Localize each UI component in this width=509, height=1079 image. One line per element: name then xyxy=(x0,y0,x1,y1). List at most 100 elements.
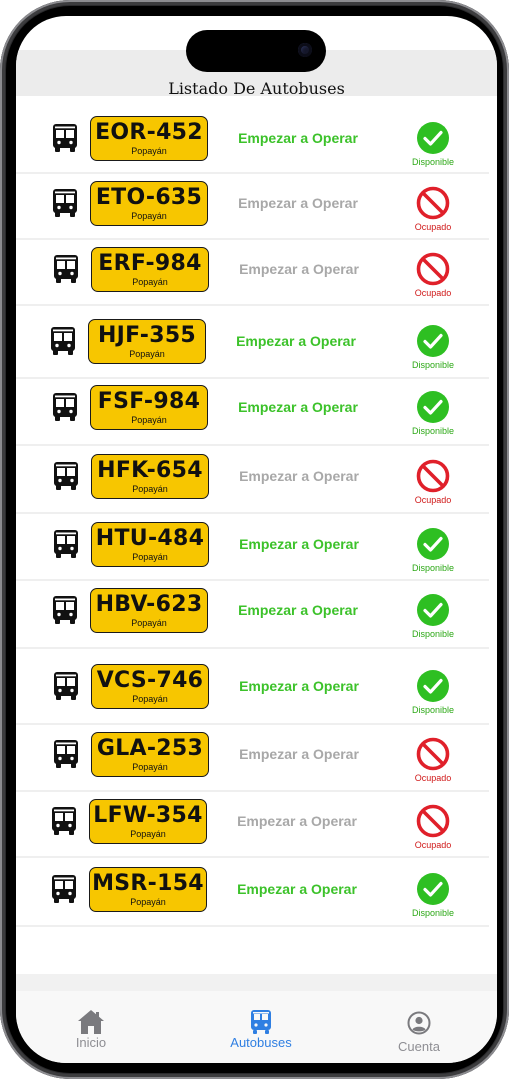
busy-block-icon xyxy=(416,459,450,493)
tab-inicio-label: Inicio xyxy=(75,1035,107,1050)
row-divider xyxy=(16,647,489,649)
start-operating-button[interactable]: Empezar a Operar xyxy=(224,746,374,762)
app-screen: Listado De Autobuses EOR-452 Popayán Empez… xyxy=(16,16,497,1063)
start-operating-button[interactable]: Empezar a Operar xyxy=(223,399,373,415)
tab-cuenta-label: Cuenta xyxy=(398,1039,440,1054)
tab-autobuses-label: Autobuses xyxy=(230,1035,292,1050)
status-label: Ocupado xyxy=(414,288,452,298)
row-divider xyxy=(16,377,489,379)
busy-block-icon xyxy=(416,804,450,838)
bus-icon xyxy=(53,739,79,769)
license-plate: HFK-654 Popayán xyxy=(91,454,209,499)
tab-bar: Inicio Autobuses Cuenta xyxy=(16,991,497,1063)
plate-city: Popayán xyxy=(129,349,165,359)
license-plate: FSF-984 Popayán xyxy=(90,385,208,430)
plate-city: Popayán xyxy=(131,211,167,221)
bus-icon xyxy=(53,254,79,284)
row-divider xyxy=(16,512,489,514)
bus-icon xyxy=(251,1010,271,1034)
row-divider xyxy=(16,579,489,581)
status-label: Ocupado xyxy=(414,222,452,232)
status-label: Disponible xyxy=(411,705,455,715)
bus-icon xyxy=(53,671,79,701)
available-check-icon xyxy=(416,669,450,703)
page-title: Listado De Autobuses xyxy=(168,79,345,98)
bus-icon xyxy=(53,461,79,491)
start-operating-button[interactable]: Empezar a Operar xyxy=(224,678,374,694)
available-check-icon xyxy=(416,593,450,627)
plate-city: Popayán xyxy=(132,762,168,772)
row-divider xyxy=(16,444,489,446)
available-check-icon xyxy=(416,527,450,561)
plate-number: LFW-354 xyxy=(93,803,203,828)
license-plate: HTU-484 Popayán xyxy=(91,522,209,567)
status-label: Ocupado xyxy=(414,840,452,850)
status-label: Disponible xyxy=(411,908,455,918)
bus-icon xyxy=(52,595,78,625)
license-plate: HBV-623 Popayán xyxy=(90,588,208,633)
tab-autobuses[interactable]: Autobuses xyxy=(201,1009,321,1050)
start-operating-button[interactable]: Empezar a Operar xyxy=(224,468,374,484)
license-plate: LFW-354 Popayán xyxy=(89,799,207,844)
status-label: Disponible xyxy=(411,157,455,167)
plate-city: Popayán xyxy=(132,552,168,562)
row-divider xyxy=(16,238,489,240)
busy-block-icon xyxy=(416,252,450,286)
dynamic-island xyxy=(186,30,326,72)
bus-icon xyxy=(50,326,76,356)
plate-city: Popayán xyxy=(131,146,167,156)
available-check-icon xyxy=(416,872,450,906)
start-operating-button[interactable]: Empezar a Operar xyxy=(224,536,374,552)
plate-number: HJF-355 xyxy=(97,323,197,348)
row-divider xyxy=(16,925,489,927)
plate-number: FSF-984 xyxy=(97,389,201,414)
status-label: Disponible xyxy=(411,426,455,436)
start-operating-button[interactable]: Empezar a Operar xyxy=(223,130,373,146)
status-label: Disponible xyxy=(411,629,455,639)
busy-block-icon xyxy=(416,186,450,220)
license-plate: EOR-452 Popayán xyxy=(90,116,208,161)
bus-icon xyxy=(52,392,78,422)
row-divider xyxy=(16,790,489,792)
tab-cuenta[interactable]: Cuenta xyxy=(359,1011,479,1054)
license-plate: HJF-355 Popayán xyxy=(88,319,206,364)
account-icon xyxy=(407,1011,431,1035)
status-label: Disponible xyxy=(411,563,455,573)
plate-number: EOR-452 xyxy=(95,120,203,145)
bus-icon xyxy=(53,529,79,559)
license-plate: VCS-746 Popayán xyxy=(91,664,209,709)
front-camera-icon xyxy=(298,43,312,57)
busy-block-icon xyxy=(416,737,450,771)
available-check-icon xyxy=(416,121,450,155)
start-operating-button[interactable]: Empezar a Operar xyxy=(221,333,371,349)
available-check-icon xyxy=(416,390,450,424)
status-label: Ocupado xyxy=(414,495,452,505)
tab-inicio[interactable]: Inicio xyxy=(31,1009,151,1050)
status-label: Disponible xyxy=(411,360,455,370)
row-divider xyxy=(16,172,489,174)
plate-number: HBV-623 xyxy=(95,592,203,617)
plate-city: Popayán xyxy=(132,484,168,494)
plate-number: GLA-253 xyxy=(96,736,204,761)
start-operating-button[interactable]: Empezar a Operar xyxy=(223,602,373,618)
home-icon xyxy=(78,1010,104,1034)
plate-city: Popayán xyxy=(130,829,166,839)
row-divider xyxy=(16,304,489,306)
plate-number: VCS-746 xyxy=(96,668,204,693)
start-operating-button[interactable]: Empezar a Operar xyxy=(223,195,373,211)
plate-number: HTU-484 xyxy=(95,526,205,551)
start-operating-button[interactable]: Empezar a Operar xyxy=(224,261,374,277)
license-plate: GLA-253 Popayán xyxy=(91,732,209,777)
status-label: Ocupado xyxy=(414,773,452,783)
available-check-icon xyxy=(416,324,450,358)
start-operating-button[interactable]: Empezar a Operar xyxy=(222,813,372,829)
plate-number: MSR-154 xyxy=(92,871,204,896)
bus-icon xyxy=(52,123,78,153)
bus-icon xyxy=(51,806,77,836)
bus-icon xyxy=(52,188,78,218)
start-operating-button[interactable]: Empezar a Operar xyxy=(222,881,372,897)
plate-number: ERF-984 xyxy=(98,251,202,276)
plate-city: Popayán xyxy=(131,415,167,425)
plate-city: Popayán xyxy=(132,277,168,287)
plate-city: Popayán xyxy=(131,618,167,628)
